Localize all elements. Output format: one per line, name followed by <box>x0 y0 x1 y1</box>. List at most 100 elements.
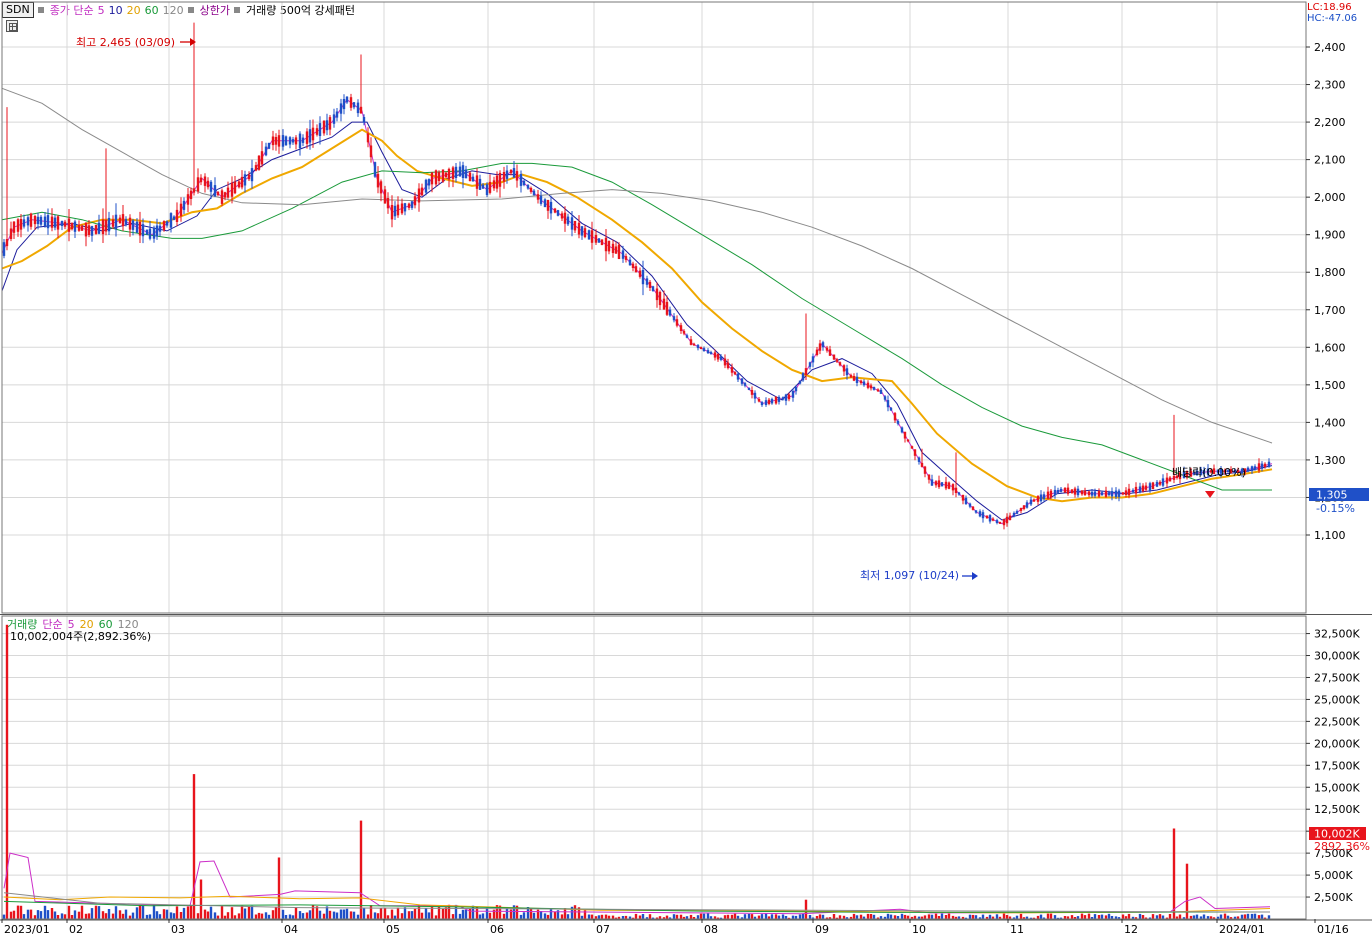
candle-body <box>50 216 54 228</box>
candle-body <box>1144 485 1148 490</box>
candle-body <box>583 228 587 238</box>
volume-bar <box>362 907 366 919</box>
volume-bar <box>12 910 16 919</box>
candle-body <box>859 380 863 384</box>
volume-bar <box>566 914 570 919</box>
candle-body <box>288 137 292 145</box>
volume-bar <box>971 914 975 919</box>
candle-body <box>325 120 329 131</box>
volume-bar <box>801 914 805 919</box>
volume-bar <box>859 914 863 919</box>
volume-bar <box>539 911 543 919</box>
candle-body <box>158 225 162 232</box>
volume-bar <box>760 914 764 919</box>
candle-body <box>379 181 383 194</box>
volume-bar <box>702 913 706 919</box>
date-tick-label: 03 <box>171 923 185 936</box>
volume-bar <box>770 914 774 919</box>
volume-bar <box>400 913 404 919</box>
volume-bar <box>1246 913 1250 919</box>
candle-body <box>930 479 934 486</box>
candle-body <box>1087 491 1091 496</box>
candle-body <box>29 213 33 227</box>
candle-body <box>614 246 618 254</box>
candle-body <box>815 349 819 355</box>
candle-body <box>138 221 142 236</box>
candle-body <box>689 339 693 345</box>
candle-body <box>291 139 295 143</box>
volume-bar <box>417 905 421 919</box>
candle-body <box>1036 496 1040 502</box>
volume-bar <box>70 915 74 919</box>
candle-body <box>604 237 608 252</box>
moving-average-lines <box>1 87 1273 525</box>
volume-bar <box>277 857 281 919</box>
candle-body <box>675 319 679 326</box>
candle-body <box>332 114 336 124</box>
volume-bar <box>39 911 43 919</box>
candle-body <box>1083 490 1087 496</box>
candle-body <box>896 421 900 424</box>
current-price: 1,305 <box>1316 489 1348 502</box>
candle-body <box>1080 490 1084 495</box>
candle-body <box>1155 481 1159 487</box>
candle-body <box>101 219 105 235</box>
candle-body <box>801 373 805 381</box>
volume-bar <box>271 910 275 919</box>
volume-bar <box>413 908 417 919</box>
volume-bar <box>923 915 927 919</box>
volume-bar <box>1053 915 1057 919</box>
volume-bar <box>301 913 305 919</box>
volume-bar <box>114 906 118 919</box>
candle-body <box>648 281 652 288</box>
high-label: 최고 2,465 (03/09) <box>76 36 175 49</box>
candle-body <box>869 385 873 389</box>
candle-body <box>495 175 499 189</box>
volume-bar <box>1107 913 1111 919</box>
volume-bar <box>1002 913 1006 919</box>
candle-body <box>699 347 703 349</box>
volume-bar <box>237 913 241 919</box>
candle-body <box>672 316 676 321</box>
volume-bar <box>233 915 237 919</box>
candle-body <box>468 172 472 181</box>
candle-body <box>461 165 465 178</box>
volume-bar <box>315 906 319 919</box>
volume-tick-label: 2,500K <box>1314 891 1353 904</box>
volume-bar <box>1219 914 1223 919</box>
candle-body <box>454 166 458 178</box>
volume-bar <box>9 911 13 919</box>
candle-body <box>301 137 305 143</box>
candle-body <box>553 208 557 213</box>
volume-bar <box>366 914 370 919</box>
volume-bar <box>974 915 978 919</box>
candle-body <box>740 378 744 384</box>
candle-body <box>1042 494 1046 499</box>
volume-bar <box>94 905 98 919</box>
volume-bar <box>1087 913 1091 919</box>
candle-body <box>529 187 533 192</box>
volume-bar <box>672 914 676 919</box>
volume-bar <box>522 912 526 919</box>
stock-chart[interactable]: 1,1001,2001,3001,4001,5001,6001,7001,800… <box>0 0 1372 940</box>
candle-body <box>505 170 509 179</box>
candle-body <box>386 198 390 209</box>
candle-body <box>240 176 244 188</box>
candle-body <box>1029 499 1033 505</box>
date-tick-label: 04 <box>284 923 298 936</box>
volume-bar <box>352 911 356 919</box>
candle-body <box>692 343 696 346</box>
candle-body <box>308 129 312 143</box>
candle-body <box>186 194 190 205</box>
volume-bar <box>56 915 60 919</box>
candle-body <box>767 399 771 404</box>
price-tick-label: 1,900 <box>1314 229 1346 242</box>
candle-body <box>233 181 237 194</box>
volume-bar <box>1039 914 1043 919</box>
candle-body <box>165 221 169 226</box>
candle-body <box>631 263 635 268</box>
volume-bar <box>536 909 540 919</box>
volume-bar <box>604 914 608 919</box>
candle-body <box>879 389 883 394</box>
candle-body <box>957 492 961 495</box>
